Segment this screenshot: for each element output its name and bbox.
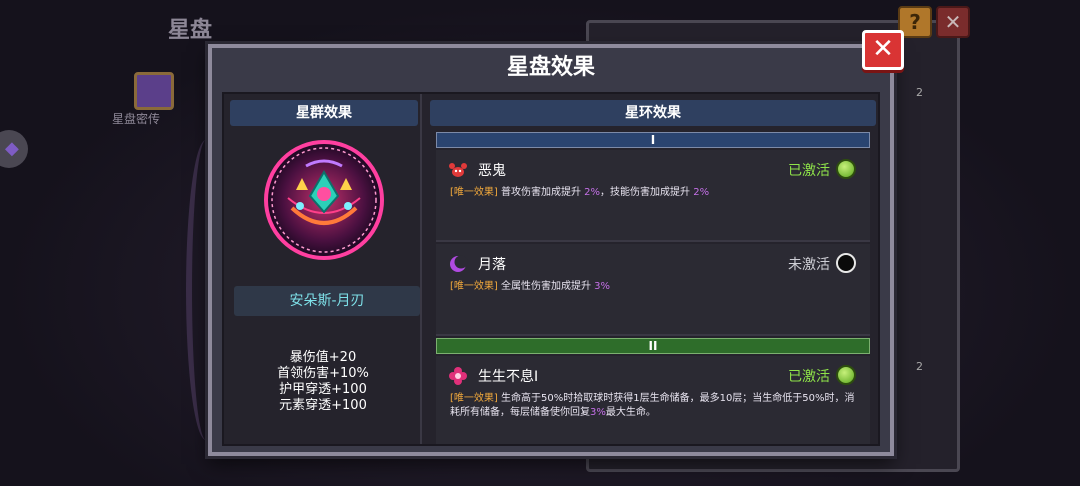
stat-line: 护甲穿透+100	[279, 382, 367, 397]
status-active-indicator	[836, 365, 856, 385]
stat-line: 首领伤害+10%	[277, 366, 369, 381]
effect-status: 未激活	[788, 257, 830, 273]
effect-description: [唯一效果] 全属性伤害加成提升 3%	[450, 281, 611, 292]
background-count: 2	[916, 86, 923, 99]
effect-status: 已激活	[788, 369, 830, 385]
ring-effects-header: 星环效果	[430, 100, 876, 126]
tier-1-bar: I	[436, 132, 870, 148]
constellation-stats: 暴伤值+20 首领伤害+10% 护甲穿透+100 元素穿透+100	[224, 350, 422, 414]
tier-2-bar: II	[436, 338, 870, 354]
diamond-icon: ◆	[5, 138, 19, 159]
effect-row: 生生不息Ⅰ 已激活 [唯一效果] 生命高于50%时拾取球时获得1层生命储备，最多…	[436, 356, 870, 444]
purple-crescent-icon	[450, 255, 468, 272]
effect-name: 月落	[478, 257, 506, 273]
effect-name: 生生不息Ⅰ	[478, 369, 539, 385]
star-chart-lore-label: 星盘密传	[112, 112, 161, 126]
background-count: 2	[916, 360, 923, 373]
status-active-indicator	[836, 159, 856, 179]
background-page-title: 星盘	[168, 18, 213, 43]
red-crab-icon	[449, 163, 467, 177]
effect-row: 月落 未激活 [唯一效果] 全属性伤害加成提升 3%	[436, 244, 870, 336]
constellation-emblem-icon	[264, 140, 384, 260]
constellation-effects-header: 星群效果	[230, 100, 418, 126]
status-inactive-indicator	[836, 253, 856, 273]
stat-line: 元素穿透+100	[279, 398, 367, 413]
effect-description: [唯一效果] 普攻伤害加成提升 2%，技能伤害加成提升 2%	[450, 187, 710, 198]
star-chart-lore-icon[interactable]	[134, 72, 174, 110]
pink-flower-icon	[449, 367, 467, 385]
constellation-panel: 星群效果 安朵斯-月刃 暴伤值+20 首领伤害+10% 护甲穿透+100 元素穿…	[224, 94, 422, 444]
dialog-title: 星盘效果	[212, 48, 890, 88]
background-close-button[interactable]: ✕	[936, 6, 970, 38]
stat-line: 暴伤值+20	[289, 350, 357, 365]
close-button[interactable]: ✕	[862, 30, 904, 70]
constellation-name: 安朵斯-月刃	[234, 286, 420, 316]
effect-status: 已激活	[788, 163, 830, 179]
dialog-content: 星群效果 安朵斯-月刃 暴伤值+20 首领伤害+10% 护甲穿透+100 元素穿…	[222, 92, 880, 446]
effect-row: 恶鬼 已激活 [唯一效果] 普攻伤害加成提升 2%，技能伤害加成提升 2%	[436, 150, 870, 242]
effect-description: [唯一效果] 生命高于50%时拾取球时获得1层生命储备，最多10层；当生命低于5…	[450, 393, 855, 418]
effect-name: 恶鬼	[478, 163, 506, 179]
star-chart-effects-dialog: 星盘效果 星群效果 安朵斯-月刃 暴伤值+20 首领伤害+10% 护甲穿透+10…	[208, 44, 894, 456]
